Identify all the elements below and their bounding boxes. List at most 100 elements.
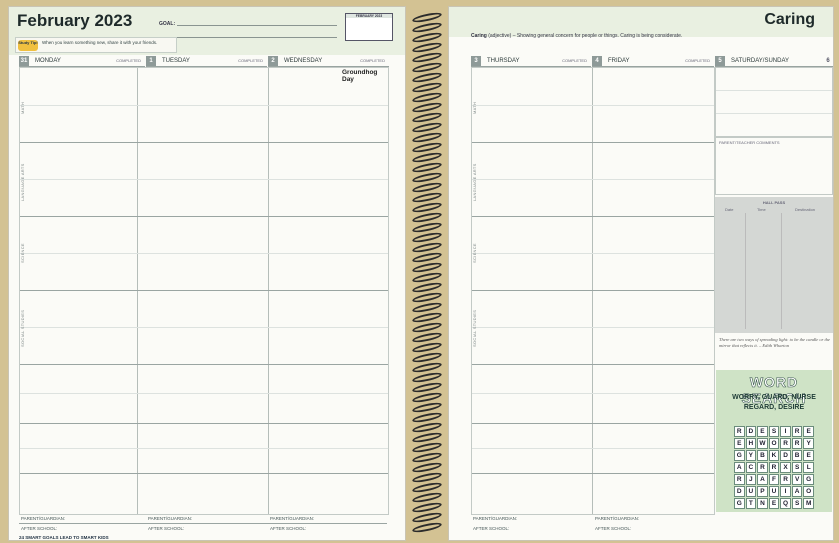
line bbox=[472, 179, 714, 180]
definition: Caring (adjective) – Showing general con… bbox=[471, 33, 682, 39]
goal-label: GOAL: bbox=[159, 21, 176, 27]
subject-divider bbox=[20, 216, 388, 217]
completed-label: COMPLETED bbox=[562, 58, 587, 63]
word-search-cell[interactable]: H bbox=[745, 438, 757, 449]
word-search-cell[interactable]: R bbox=[734, 426, 745, 437]
study-tip-text: When you learn something new, share it w… bbox=[42, 40, 158, 45]
word-search-cell[interactable]: B bbox=[791, 450, 803, 461]
word-search-cell[interactable]: E bbox=[757, 426, 768, 437]
word-search-cell[interactable]: X bbox=[780, 462, 791, 473]
definition-text: (adjective) – Showing general concern fo… bbox=[488, 33, 683, 39]
day-header-wednesday: 2 WEDNESDAY COMPLETED bbox=[268, 55, 389, 67]
subject-divider bbox=[20, 142, 388, 143]
subject-label-science: SCIENCE bbox=[472, 243, 477, 263]
page-footer: 24 SMART GOALS LEAD TO SMART KIDS bbox=[19, 535, 109, 540]
subject-divider bbox=[20, 290, 388, 291]
word-search-cell[interactable]: E bbox=[803, 426, 814, 437]
day-name: SATURDAY/SUNDAY bbox=[731, 57, 790, 64]
right-planner-grid[interactable]: MATH LANGUAGE ARTS SCIENCE SOCIAL STUDIE… bbox=[471, 67, 715, 515]
word-search-cell[interactable]: R bbox=[780, 438, 791, 449]
word-search-cell[interactable]: O bbox=[803, 486, 814, 497]
day-number: 5 bbox=[715, 55, 725, 66]
left-planner-grid[interactable]: MATH LANGUAGE ARTS SCIENCE SOCIAL STUDIE… bbox=[19, 67, 389, 515]
left-page: February 2023 GOAL: Study Tip! When you … bbox=[8, 6, 406, 541]
word-search-cell[interactable]: E bbox=[803, 450, 814, 461]
word-search-cell[interactable]: Q bbox=[780, 498, 791, 509]
line bbox=[472, 448, 714, 449]
word-search-cell[interactable]: G bbox=[803, 474, 814, 485]
word-search-cell[interactable]: D bbox=[780, 450, 791, 461]
word-search-cell[interactable]: V bbox=[791, 474, 803, 485]
word-search-cell[interactable]: R bbox=[791, 438, 803, 449]
word-search-cell[interactable]: I bbox=[780, 426, 791, 437]
word-search-grid[interactable]: RDESIREEHWORRYGYBKDBEACRRXSLRJAFRVGDUPUI… bbox=[734, 426, 814, 509]
character-trait-title: Caring bbox=[764, 11, 815, 28]
word-search-cell[interactable]: R bbox=[780, 474, 791, 485]
after-school-label: AFTER SCHOOL: bbox=[473, 526, 510, 531]
parent-teacher-comments[interactable]: PARENT/TEACHER COMMENTS bbox=[715, 137, 833, 195]
word-search-cell[interactable]: S bbox=[791, 498, 803, 509]
word-search-cell[interactable]: L bbox=[803, 462, 814, 473]
line bbox=[472, 327, 714, 328]
word-search-cell[interactable]: A bbox=[757, 474, 768, 485]
word-search-cell[interactable]: B bbox=[757, 450, 768, 461]
subject-divider bbox=[472, 364, 714, 365]
study-tip: Study Tip! When you learn something new,… bbox=[15, 37, 177, 53]
word-search-cell[interactable]: O bbox=[768, 438, 780, 449]
word-search-cell[interactable]: S bbox=[768, 426, 780, 437]
day-header-tuesday: 1 TUESDAY COMPLETED bbox=[146, 55, 267, 67]
word-search-words-line2: REGARD, DESIRE bbox=[743, 404, 805, 411]
word-search-cell[interactable]: W bbox=[757, 438, 768, 449]
word-search-cell[interactable]: Y bbox=[745, 450, 757, 461]
goal-line[interactable] bbox=[177, 25, 337, 26]
after-school-label: AFTER SCHOOL: bbox=[21, 526, 58, 531]
word-search-cell[interactable]: R bbox=[757, 462, 768, 473]
day-header-weekend: 5 SATURDAY/SUNDAY 6 bbox=[715, 55, 833, 67]
hall-pass-col-divider bbox=[781, 213, 782, 329]
day-number: 4 bbox=[592, 55, 602, 66]
word-search-cell[interactable]: G bbox=[734, 498, 745, 509]
quote: There are two ways of spreading light: t… bbox=[719, 337, 830, 348]
word-search-cell[interactable]: S bbox=[791, 462, 803, 473]
line bbox=[20, 105, 388, 106]
word-search-cell[interactable]: U bbox=[745, 486, 757, 497]
word-search-cell[interactable]: P bbox=[757, 486, 768, 497]
word-search-cell[interactable]: T bbox=[745, 498, 757, 509]
word-search-cell[interactable]: R bbox=[791, 426, 803, 437]
hall-pass[interactable]: HALL PASS Date Time Destination bbox=[715, 197, 833, 333]
study-tip-icon: Study Tip! bbox=[18, 40, 38, 51]
parent-guardian-label: PARENT/GUARDIAN: bbox=[148, 516, 193, 521]
word-search-cell[interactable]: E bbox=[734, 438, 745, 449]
day-header-thursday: 3 THURSDAY COMPLETED bbox=[471, 55, 591, 67]
subject-label-social-studies: SOCIAL STUDIES bbox=[472, 309, 477, 347]
goal-line-2[interactable] bbox=[177, 37, 337, 38]
parent-guardian-label: PARENT/GUARDIAN: bbox=[270, 516, 315, 521]
after-school-label: AFTER SCHOOL: bbox=[148, 526, 185, 531]
word-search-cell[interactable]: U bbox=[768, 486, 780, 497]
day-number: 31 bbox=[19, 55, 29, 66]
word-search-cell[interactable]: A bbox=[734, 462, 745, 473]
weekend-notes[interactable] bbox=[715, 67, 833, 137]
parent-teacher-label: PARENT/TEACHER COMMENTS bbox=[719, 140, 780, 145]
word-search-cell[interactable]: F bbox=[768, 474, 780, 485]
line bbox=[716, 113, 832, 114]
word-search-cell[interactable]: R bbox=[734, 474, 745, 485]
word-search-cell[interactable]: Y bbox=[803, 438, 814, 449]
word-search-cell[interactable]: J bbox=[745, 474, 757, 485]
word-search-cell[interactable]: I bbox=[780, 486, 791, 497]
word-search-cell[interactable]: K bbox=[768, 450, 780, 461]
subject-divider bbox=[20, 473, 388, 474]
word-search-cell[interactable]: M bbox=[803, 498, 814, 509]
word-search-cell[interactable]: D bbox=[745, 426, 757, 437]
hall-pass-col-divider bbox=[745, 213, 746, 329]
month-title: February 2023 bbox=[17, 11, 133, 30]
word-search-cell[interactable]: G bbox=[734, 450, 745, 461]
word-search: WORD SEARCH WORRY, GUARD, NURSE REGARD, … bbox=[716, 370, 832, 512]
word-search-cell[interactable]: R bbox=[768, 462, 780, 473]
word-search-cell[interactable]: C bbox=[745, 462, 757, 473]
word-search-cell[interactable]: A bbox=[791, 486, 803, 497]
word-search-cell[interactable]: N bbox=[757, 498, 768, 509]
word-search-cell[interactable]: D bbox=[734, 486, 745, 497]
day-number: 2 bbox=[268, 55, 278, 66]
word-search-cell[interactable]: E bbox=[768, 498, 780, 509]
